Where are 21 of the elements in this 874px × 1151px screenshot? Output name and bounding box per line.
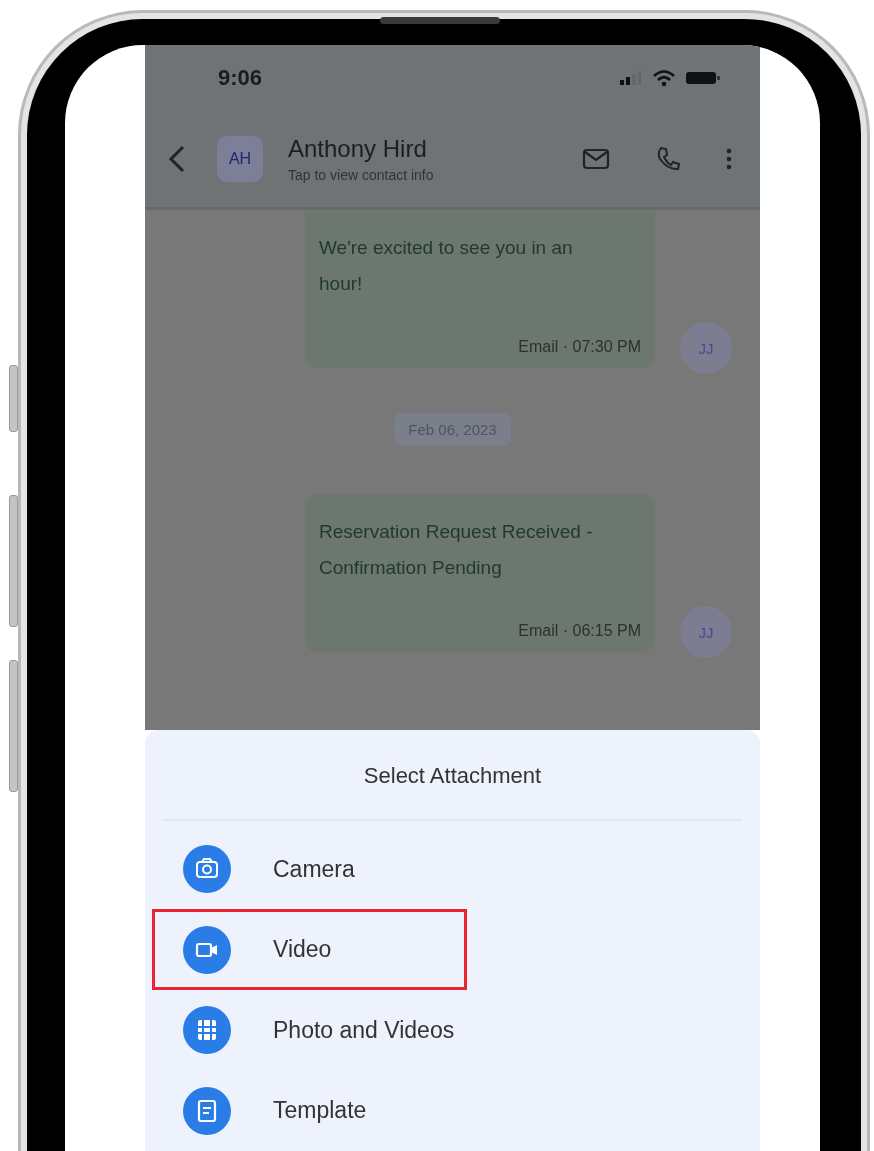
wifi-icon bbox=[652, 68, 676, 87]
mail-icon[interactable] bbox=[582, 147, 610, 170]
status-time: 9:06 bbox=[218, 64, 263, 91]
back-icon[interactable] bbox=[167, 143, 187, 174]
attachment-option[interactable]: Camera bbox=[152, 828, 467, 910]
message-text: Reservation Request Received - Confirmation Pending bbox=[319, 520, 594, 580]
video-camera-icon bbox=[183, 925, 231, 974]
message-meta: Email · 07:30 PM bbox=[518, 338, 641, 356]
attachment-option[interactable]: Template bbox=[152, 1070, 467, 1151]
attachment-option[interactable]: Video bbox=[152, 909, 467, 990]
contact-avatar: AH bbox=[217, 135, 263, 182]
message-text: We're excited to see you in an hour! bbox=[319, 236, 574, 296]
camera-icon bbox=[183, 845, 231, 894]
message-meta: Email · 06:15 PM bbox=[518, 622, 641, 640]
phone-icon[interactable] bbox=[656, 145, 680, 172]
sheet-title: Select Attachment bbox=[363, 763, 542, 789]
more-icon[interactable] bbox=[726, 146, 732, 171]
signal-icon bbox=[618, 69, 642, 86]
battery-icon bbox=[686, 69, 720, 86]
attachment-option[interactable]: Photo and Videos bbox=[152, 989, 467, 1071]
document-icon bbox=[183, 1086, 231, 1135]
